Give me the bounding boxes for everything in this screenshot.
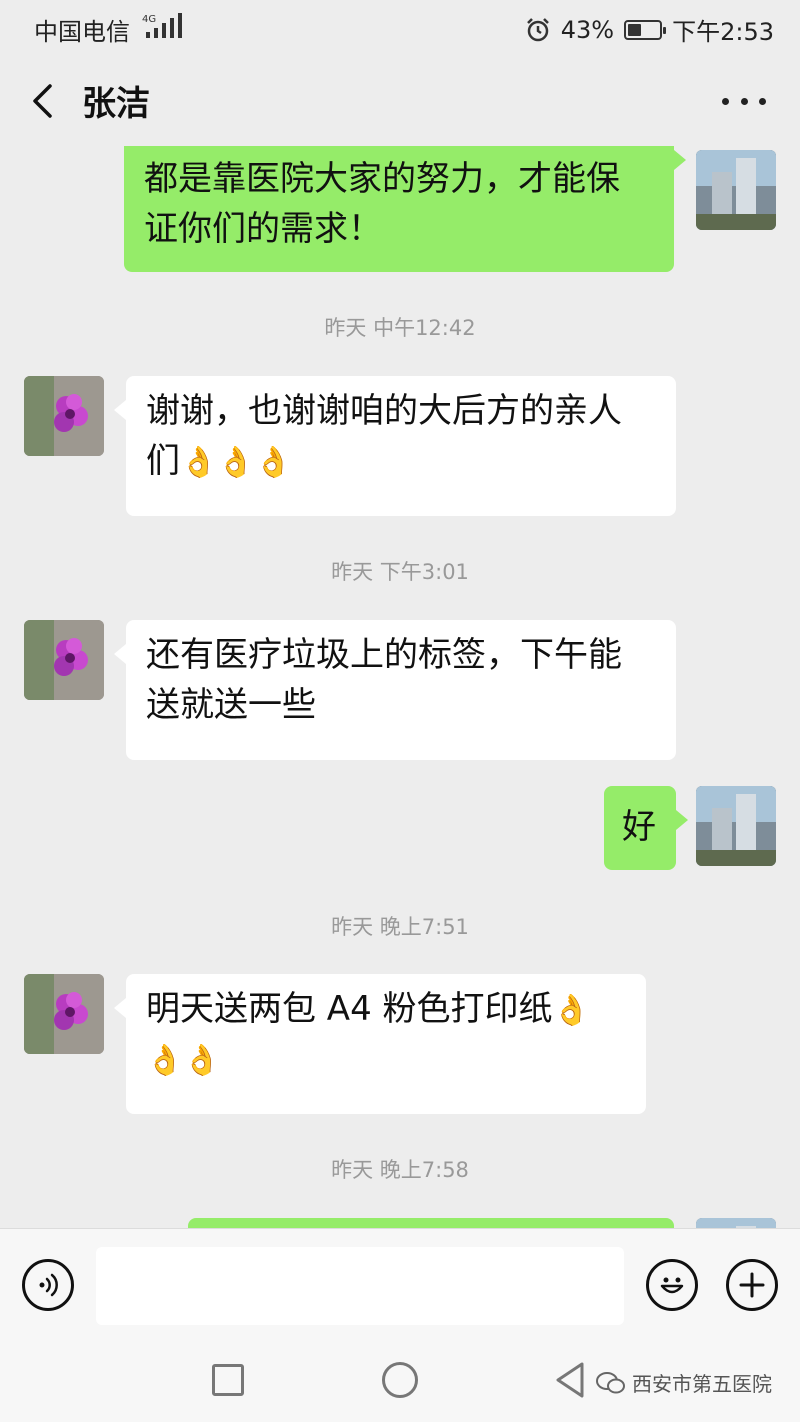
more-button[interactable] <box>722 86 766 116</box>
message-bubble[interactable]: 还有医疗垃圾上的标签，下午能 送就送一些 <box>114 620 676 760</box>
back-button[interactable] <box>24 78 60 124</box>
message-text-line: 还有医疗垃圾上的标签，下午能 <box>146 635 622 675</box>
message-text-line: 谢谢，也谢谢咱的大后方的亲人 <box>146 391 622 431</box>
message-text-line: 明天送两包 A4 粉色打印纸 <box>146 989 553 1029</box>
input-bar <box>0 1228 800 1341</box>
emoji-icon <box>660 1277 684 1294</box>
clock: 下午2:53 <box>672 18 774 46</box>
message-text-line: 送就送一些 <box>146 685 316 725</box>
message-line: 明天送两包 A4 粉色打印纸👌 <box>146 984 626 1036</box>
alarm-icon <box>526 17 549 41</box>
signal-icon: 4G <box>142 13 182 38</box>
avatar[interactable] <box>696 786 776 866</box>
chat-header: 张洁 <box>0 56 800 146</box>
avatar[interactable] <box>696 150 776 230</box>
timestamp: 昨天 中午12:42 <box>324 316 476 340</box>
contact-name: 张洁 <box>82 84 150 124</box>
ok-hand-icon: 👌 <box>552 993 590 1028</box>
more-dots-icon <box>722 97 729 105</box>
avatar[interactable] <box>24 376 104 456</box>
message-bubble[interactable]: 好 <box>604 786 688 870</box>
back-icon[interactable] <box>552 1360 588 1400</box>
avatar[interactable] <box>696 1218 776 1228</box>
message-bubble[interactable]: 谢谢，也谢谢咱的大后方的亲人 们👌👌👌 <box>114 376 676 516</box>
building-avatar-image <box>696 150 776 230</box>
chevron-left-icon <box>33 84 52 118</box>
building-avatar-image <box>696 786 776 866</box>
recent-apps-icon[interactable] <box>212 1364 244 1396</box>
timestamp: 昨天 晚上7:58 <box>331 1158 469 1182</box>
flower-avatar-image <box>24 620 104 700</box>
emoji-button[interactable] <box>646 1259 698 1311</box>
ok-hand-icon: 👌👌 <box>146 1043 221 1078</box>
message-bubble[interactable] <box>188 1218 674 1228</box>
building-avatar-image <box>696 1218 776 1228</box>
watermark-text: 西安市第五医院 <box>632 1372 772 1396</box>
watermark: 西安市第五医院 <box>596 1368 772 1397</box>
message-text-line: 都是靠医院大家的努力，才能保 <box>144 159 620 199</box>
battery-percent: 43% <box>560 15 615 44</box>
message-line: 们👌👌👌 <box>146 436 656 488</box>
flower-avatar-image <box>24 376 104 456</box>
voice-icon <box>39 1273 58 1297</box>
battery-icon <box>624 19 667 40</box>
plus-icon <box>739 1272 765 1298</box>
chat-area[interactable]: 都是靠医院大家的努力，才能保 证你们的需求！ 昨天 中午12:42 谢谢，也谢谢… <box>0 146 800 1228</box>
message-text-line: 证你们的需求！ <box>144 209 382 249</box>
plus-button[interactable] <box>726 1259 778 1311</box>
carrier-label: 中国电信 <box>34 18 130 46</box>
message-bubble[interactable]: 都是靠医院大家的努力，才能保 证你们的需求！ <box>124 146 686 272</box>
avatar[interactable] <box>24 620 104 700</box>
message-input[interactable] <box>96 1247 624 1325</box>
system-nav-bar: 西安市第五医院 <box>0 1340 800 1422</box>
avatar[interactable] <box>24 974 104 1054</box>
ok-hand-icon: 👌👌👌 <box>180 445 293 480</box>
message-bubble[interactable]: 明天送两包 A4 粉色打印纸👌 👌👌 <box>114 974 646 1114</box>
voice-button[interactable] <box>22 1259 74 1311</box>
battery-fill <box>628 23 642 36</box>
flower-avatar-image <box>24 974 104 1054</box>
home-icon[interactable] <box>382 1362 418 1398</box>
timestamp: 昨天 下午3:01 <box>331 560 469 584</box>
status-bar: 中国电信 4G 43% 下午2:53 <box>0 0 800 56</box>
more-dot <box>759 97 766 105</box>
wechat-icon <box>596 1371 625 1393</box>
more-dot <box>740 97 748 105</box>
message-text-line: 们 <box>146 441 180 481</box>
network-label: 4G <box>142 14 156 25</box>
timestamp: 昨天 晚上7:51 <box>331 915 469 939</box>
message-text-line: 好 <box>622 807 656 847</box>
